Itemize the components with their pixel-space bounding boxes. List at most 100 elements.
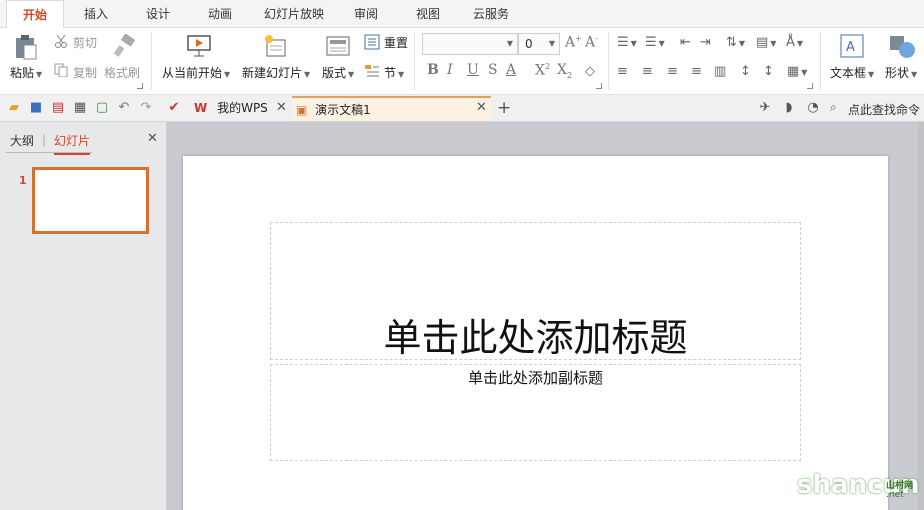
reset-button[interactable]: 重置 <box>384 34 408 51</box>
divider <box>414 32 415 90</box>
reset-icon <box>364 34 380 53</box>
format-painter-icon <box>112 33 136 61</box>
subtitle-placeholder-text: 单击此处添加副标题 <box>467 369 603 387</box>
close-tab-document-icon[interactable]: ✕ <box>476 100 487 115</box>
shape-icon <box>889 34 919 63</box>
doc-share-icon[interactable]: ◗ <box>781 100 797 116</box>
tab-my-wps[interactable]: W 我的WPS <box>190 96 290 121</box>
paste-button[interactable]: 粘贴 ▼ <box>10 64 42 81</box>
collab-icon[interactable]: ✈ <box>757 100 773 116</box>
open-folder-icon[interactable]: ▰ <box>6 100 22 116</box>
grow-font-icon[interactable]: A+ <box>565 34 582 51</box>
command-search-label: 点此查找命令 <box>848 103 921 117</box>
slide-canvas: 单击此处添加标题 单击此处添加副标题 <box>167 122 924 510</box>
wps-logo-icon: W <box>194 101 208 115</box>
section-button[interactable]: 节 ▼ <box>384 64 404 81</box>
clipboard-launcher-icon[interactable] <box>137 83 143 89</box>
save-icon[interactable]: ■ <box>28 100 44 116</box>
cut-button[interactable]: 剪切 <box>73 34 97 51</box>
align-left-icon[interactable]: ≡ <box>617 64 628 80</box>
font-launcher-icon[interactable] <box>596 83 602 89</box>
tab-document[interactable]: ▣ 演示文稿1 <box>292 96 491 121</box>
presentation-file-icon: ▣ <box>296 103 308 117</box>
from-current-button[interactable]: 从当前开始 ▼ <box>162 64 230 81</box>
copy-button[interactable]: 复制 <box>73 64 97 81</box>
columns-icon[interactable]: ▦ ▼ <box>787 64 807 81</box>
command-search[interactable]: ⌕ 点此查找命令 <box>824 99 924 118</box>
new-tab-plus-icon[interactable]: + <box>497 98 511 118</box>
align-center-icon[interactable]: ≡ <box>642 64 653 80</box>
tab-insert[interactable]: 插入 <box>72 0 120 28</box>
new-slide-button[interactable]: 新建幻灯片 ▼ <box>242 64 310 81</box>
bullets-icon[interactable]: ☰ ▼ <box>617 35 637 52</box>
cut-icon <box>54 34 68 51</box>
title-placeholder[interactable]: 单击此处添加标题 <box>270 222 801 360</box>
tab-view[interactable]: 视图 <box>408 0 448 28</box>
text-direction-icon[interactable]: ⇅ ▼ <box>726 35 745 52</box>
bold-icon[interactable]: B <box>427 62 439 78</box>
font-color-icon[interactable]: A <box>506 62 516 78</box>
underline-icon[interactable]: U <box>467 62 479 78</box>
divider <box>820 32 821 90</box>
align-text-icon[interactable]: ▤ ▼ <box>756 35 776 52</box>
tab-outline[interactable]: 大纲 <box>10 132 34 149</box>
decrease-indent-icon[interactable]: ⇤ <box>680 35 691 51</box>
font-family-select[interactable]: ▼ <box>422 33 518 55</box>
tab-my-wps-label: 我的WPS <box>217 101 268 115</box>
close-tab-wps-icon[interactable]: ✕ <box>276 100 287 115</box>
copy-icon <box>54 63 68 80</box>
subscript-icon[interactable]: X2 <box>557 62 572 80</box>
tab-home[interactable]: 开始 <box>6 0 64 29</box>
redo-icon[interactable]: ↷ <box>138 100 154 116</box>
shrink-font-icon[interactable]: A- <box>585 34 598 51</box>
export-pdf-icon[interactable]: ▤ <box>50 100 66 116</box>
subtitle-placeholder[interactable]: 单击此处添加副标题 <box>270 364 801 461</box>
layout-button[interactable]: 版式 ▼ <box>322 64 354 81</box>
panel-tab-underline <box>6 152 92 153</box>
divider <box>151 32 152 90</box>
undo-icon[interactable]: ↶ <box>116 100 132 116</box>
textbox-button[interactable]: 文本框 ▼ <box>830 64 874 81</box>
paragraph-launcher-icon[interactable] <box>807 83 813 89</box>
align-right-icon[interactable]: ≡ <box>667 64 678 80</box>
section-icon <box>364 63 380 82</box>
format-painter-button[interactable]: 格式刷 <box>104 64 140 81</box>
slides-panel: 大纲 | 幻灯片 ✕ 1 <box>0 122 167 510</box>
tab-animation[interactable]: 动画 <box>196 0 244 28</box>
slide-thumbnail[interactable] <box>32 167 149 234</box>
comment-icon[interactable]: ◔ <box>805 100 821 116</box>
customize-toolbar-icon[interactable]: ✔ <box>166 100 182 116</box>
justify-icon[interactable]: ≡ <box>691 64 702 80</box>
quick-access-bar: ▰ ■ ▤ ▦ ▢ ↶ ↷ ✔ W 我的WPS ✕ ▣ 演示文稿1 ✕ + ✈ … <box>0 95 924 122</box>
slide-number: 1 <box>19 174 27 187</box>
svg-text:A: A <box>846 40 855 55</box>
print-icon[interactable]: ▦ <box>72 100 88 116</box>
close-panel-icon[interactable]: ✕ <box>147 131 158 146</box>
search-icon: ⌕ <box>830 100 837 114</box>
print-preview-icon[interactable]: ▢ <box>94 100 110 116</box>
superscript-icon[interactable]: X2 <box>535 62 550 79</box>
tab-cloud[interactable]: 云服务 <box>464 0 518 28</box>
new-slide-icon <box>262 33 288 62</box>
numbering-icon[interactable]: ☰ ▼ <box>645 35 665 52</box>
layout-icon <box>326 36 350 61</box>
text-effects-icon[interactable]: Å ▼ <box>786 35 803 52</box>
paste-icon[interactable] <box>14 34 38 60</box>
tab-slideshow[interactable]: 幻灯片放映 <box>256 0 332 28</box>
column-icon[interactable]: ↕ <box>763 64 774 80</box>
tab-review[interactable]: 审阅 <box>344 0 388 28</box>
panel-tab-divider: | <box>42 133 47 147</box>
clear-format-icon[interactable]: ◇ <box>585 64 595 80</box>
tab-design[interactable]: 设计 <box>134 0 182 28</box>
vertical-scrollbar[interactable] <box>918 122 924 510</box>
shape-button[interactable]: 形状 ▼ <box>885 64 917 81</box>
shadow-icon[interactable]: S <box>488 62 498 78</box>
divider <box>608 32 609 90</box>
increase-indent-icon[interactable]: ⇥ <box>700 35 711 51</box>
italic-icon[interactable]: I <box>447 62 453 78</box>
font-size-select[interactable]: 0 ▼ <box>518 33 560 55</box>
line-spacing-icon[interactable]: ↕ <box>740 64 751 80</box>
slide: 单击此处添加标题 单击此处添加副标题 <box>183 156 888 510</box>
textbox-icon: A <box>840 34 864 61</box>
distribute-icon[interactable]: ▥ <box>714 64 726 80</box>
